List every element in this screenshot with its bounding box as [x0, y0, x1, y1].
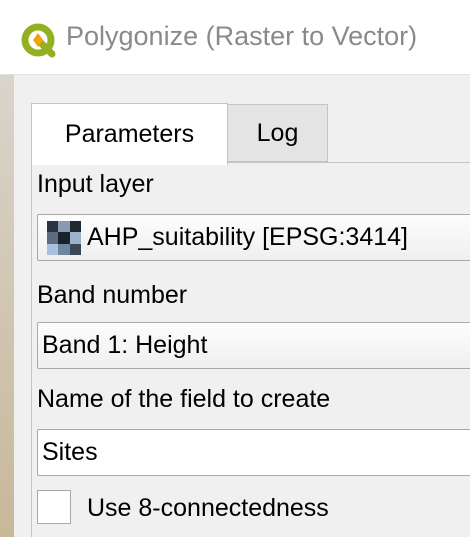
window-title: Polygonize (Raster to Vector) [66, 21, 418, 51]
input-layer-value: AHP_suitability [EPSG:3414] [87, 223, 408, 251]
connectedness-label[interactable]: Use 8-connectedness [87, 494, 329, 523]
background-canvas-edge [0, 75, 14, 537]
raster-layer-icon [47, 220, 81, 255]
field-name-input[interactable]: Sites [37, 429, 470, 476]
band-number-combobox[interactable]: Band 1: Height [37, 322, 470, 369]
input-layer-combobox[interactable]: AHP_suitability [EPSG:3414] [37, 214, 470, 261]
panel-border [31, 163, 32, 537]
tab-log-label: Log [256, 118, 299, 147]
band-number-value: Band 1: Height [42, 331, 208, 359]
tab-parameters[interactable]: Parameters [31, 103, 228, 165]
band-number-label: Band number [37, 281, 188, 309]
field-name-label: Name of the field to create [37, 385, 331, 413]
field-name-value: Sites [42, 438, 98, 466]
title-bar: Polygonize (Raster to Vector) [0, 0, 470, 75]
input-layer-label: Input layer [37, 170, 154, 198]
tab-parameters-label: Parameters [64, 120, 195, 148]
qgis-logo-icon [21, 23, 56, 58]
tab-log[interactable]: Log [227, 104, 328, 162]
connectedness-checkbox[interactable] [37, 490, 71, 524]
